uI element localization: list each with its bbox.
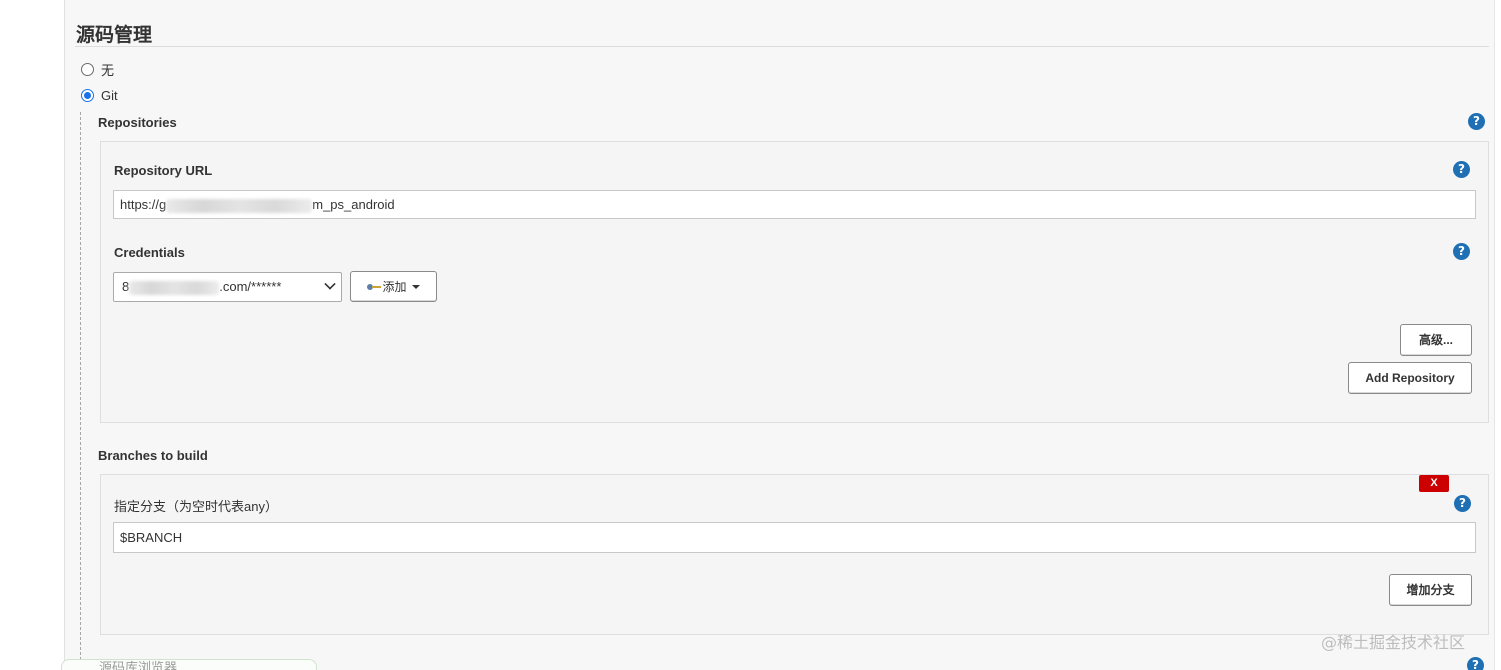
- branch-specifier-help-icon[interactable]: ?: [1454, 495, 1471, 512]
- repository-url-input[interactable]: https://g m_ps_android: [113, 190, 1476, 219]
- branches-label: Branches to build: [98, 448, 208, 463]
- redacted-credential-blur: [129, 280, 220, 295]
- credentials-label: Credentials: [114, 245, 185, 260]
- credentials-help-icon[interactable]: ?: [1453, 243, 1470, 260]
- advanced-button[interactable]: 高级...: [1400, 324, 1472, 356]
- branch-specifier-input[interactable]: $BRANCH: [113, 522, 1476, 553]
- credentials-value-prefix: 8: [122, 279, 130, 294]
- branch-specifier-label: 指定分支（为空时代表any）: [114, 499, 278, 514]
- add-credentials-label: 添加: [382, 280, 407, 294]
- caret-down-icon: [411, 284, 420, 289]
- radio-git[interactable]: [81, 88, 94, 102]
- left-margin: [0, 0, 64, 670]
- repositories-label: Repositories: [98, 115, 177, 130]
- redacted-url-blur: [166, 198, 313, 213]
- section-title: 源码管理: [76, 24, 153, 46]
- credentials-select[interactable]: 8 .com/******: [113, 272, 342, 302]
- scm-option-none-label: 无: [101, 62, 115, 78]
- repository-url-value-prefix: https://g: [120, 197, 167, 212]
- chevron-down-icon: [324, 278, 336, 290]
- section-divider: [75, 46, 1489, 47]
- page: 源码管理 无 Git Repositories ? Repository URL…: [0, 0, 1501, 670]
- scm-option-git[interactable]: Git: [81, 86, 118, 104]
- scm-config-section: 源码管理 无 Git Repositories ? Repository URL…: [61, 0, 1495, 670]
- credentials-value-suffix: .com/******: [219, 279, 282, 294]
- repository-url-help-icon[interactable]: ?: [1453, 161, 1470, 178]
- repository-browser-help-icon[interactable]: ?: [1467, 657, 1484, 670]
- key-icon: [367, 283, 382, 291]
- branch-panel: X 指定分支（为空时代表any） ? $BRANCH 增加分支: [100, 474, 1489, 635]
- radio-none[interactable]: [81, 62, 94, 76]
- repository-browser-section[interactable]: 源码库浏览器: [61, 659, 317, 670]
- add-credentials-button[interactable]: 添加: [350, 271, 437, 302]
- scm-option-git-label: Git: [101, 87, 118, 103]
- repository-url-label: Repository URL: [114, 163, 213, 178]
- repository-panel: Repository URL ? https://g m_ps_android C…: [100, 141, 1489, 423]
- add-branch-button[interactable]: 增加分支: [1389, 574, 1472, 606]
- delete-branch-button[interactable]: X: [1419, 475, 1449, 492]
- scm-option-none[interactable]: 无: [81, 60, 114, 78]
- repositories-help-icon[interactable]: ?: [1468, 113, 1485, 130]
- add-repository-button[interactable]: Add Repository: [1348, 362, 1472, 394]
- git-options-indent-line: [80, 112, 81, 670]
- watermark: @稀土掘金技术社区: [1321, 633, 1466, 652]
- repository-url-value-suffix: m_ps_android: [312, 197, 395, 212]
